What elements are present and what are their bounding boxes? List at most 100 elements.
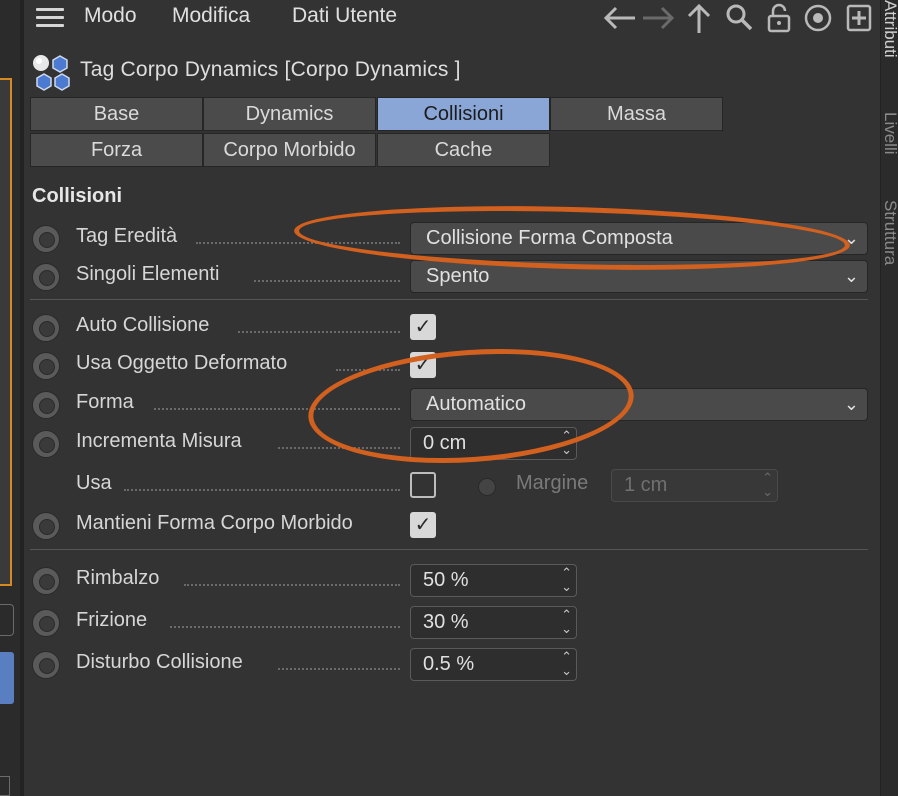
viewport-edge <box>0 78 12 586</box>
chevron-down-icon: ⌄ <box>843 394 859 414</box>
add-panel-icon[interactable] <box>844 2 874 34</box>
field-row-incrementa-misura: Incrementa Misura 0 cm ⌃ ⌄ <box>24 425 880 461</box>
dotted-leader <box>184 584 400 586</box>
rimbalzo-input[interactable]: 50 % ⌃ ⌄ <box>410 564 577 597</box>
stepper-icon[interactable]: ⌃ ⌄ <box>762 471 773 499</box>
field-label: Forma <box>76 391 134 413</box>
field-label: Auto Collisione <box>76 314 210 336</box>
dropdown-value: Automatico <box>426 393 527 415</box>
mantieni-forma-checkbox[interactable]: ✓ <box>410 512 436 538</box>
search-icon[interactable] <box>724 2 754 34</box>
tab-base[interactable]: Base <box>30 97 203 131</box>
input-value: 30 % <box>423 611 469 633</box>
field-row-frizione: Frizione 30 % ⌃ ⌄ <box>24 604 880 640</box>
stepper-icon[interactable]: ⌃ ⌄ <box>561 608 572 636</box>
frizione-input[interactable]: 30 % ⌃ ⌄ <box>410 606 577 639</box>
field-row-disturbo-collisione: Disturbo Collisione 0.5 % ⌃ ⌄ <box>24 646 880 682</box>
dotted-leader <box>196 242 400 244</box>
animate-radio[interactable] <box>32 512 60 540</box>
field-label: Tag Eredità <box>76 225 178 247</box>
disturbo-collisione-input[interactable]: 0.5 % ⌃ ⌄ <box>410 648 577 681</box>
field-label: Singoli Elementi <box>76 263 220 285</box>
animate-radio[interactable] <box>32 651 60 679</box>
side-tab-livelli[interactable]: Livelli <box>881 112 898 182</box>
field-label: Incrementa Misura <box>76 430 242 452</box>
margine-input[interactable]: 1 cm ⌃ ⌄ <box>611 469 778 502</box>
dotted-leader <box>238 331 400 333</box>
tab-massa[interactable]: Massa <box>550 97 723 131</box>
partial-blue-control <box>0 652 14 704</box>
animate-radio[interactable] <box>32 391 60 419</box>
field-label: Rimbalzo <box>76 567 160 589</box>
animate-radio[interactable] <box>32 263 60 291</box>
dotted-leader <box>278 668 400 670</box>
input-value: 1 cm <box>624 474 668 496</box>
tag-ereditata-dropdown[interactable]: Collisione Forma Composta ⌄ <box>410 222 868 255</box>
tab-forza[interactable]: Forza <box>30 133 203 167</box>
adjacent-panel-edge <box>0 0 20 796</box>
field-row-mantieni-forma: Mantieni Forma Corpo Morbido ✓ <box>24 507 880 543</box>
dotted-leader <box>154 408 400 410</box>
animate-radio[interactable] <box>32 567 60 595</box>
menu-dati-utente[interactable]: Dati Utente <box>292 4 397 28</box>
usa-oggetto-deformato-checkbox[interactable]: ✓ <box>410 352 436 378</box>
tab-bar: Base Dynamics Collisioni Massa Forza Cor… <box>30 97 726 169</box>
tab-collisioni[interactable]: Collisioni <box>377 97 550 131</box>
field-label: Usa <box>76 472 112 494</box>
field-row-usa-oggetto-deformato: Usa Oggetto Deformato ✓ <box>24 347 880 383</box>
menu-modifica[interactable]: Modifica <box>172 4 250 28</box>
animate-radio[interactable] <box>32 609 60 637</box>
field-row-tag-ereditata: Tag Eredità Collisione Forma Composta ⌄ <box>24 220 880 256</box>
dotted-leader <box>278 447 400 449</box>
section-title: Collisioni <box>32 185 122 207</box>
singoli-elementi-dropdown[interactable]: Spento ⌄ <box>410 260 868 293</box>
animate-radio[interactable] <box>32 430 60 458</box>
animate-radio[interactable] <box>32 225 60 253</box>
input-value: 0 cm <box>423 432 467 454</box>
auto-collisione-checkbox[interactable]: ✓ <box>410 314 436 340</box>
tab-cache[interactable]: Cache <box>377 133 550 167</box>
side-tab-strip: Attributi Livelli Struttura <box>880 0 898 796</box>
page-title: Tag Corpo Dynamics [Corpo Dynamics ] <box>80 58 461 81</box>
dotted-leader <box>124 489 400 491</box>
incrementa-misura-input[interactable]: 0 cm ⌃ ⌄ <box>410 427 577 460</box>
arrow-right-icon[interactable] <box>640 2 676 34</box>
stepper-icon[interactable]: ⌃ ⌄ <box>561 650 572 678</box>
margine-radio[interactable] <box>478 478 496 496</box>
lock-icon[interactable] <box>764 2 794 34</box>
field-label: Mantieni Forma Corpo Morbido <box>76 512 353 534</box>
target-icon[interactable] <box>802 2 834 34</box>
animate-radio[interactable] <box>32 352 60 380</box>
object-header: Tag Corpo Dynamics [Corpo Dynamics ] <box>28 50 868 92</box>
margine-label: Margine <box>516 472 589 494</box>
hamburger-menu-icon[interactable] <box>36 8 64 28</box>
dropdown-value: Spento <box>426 265 490 287</box>
arrow-up-icon[interactable] <box>684 2 714 34</box>
tab-dynamics[interactable]: Dynamics <box>203 97 376 131</box>
dotted-leader <box>336 369 400 371</box>
partial-control <box>0 776 10 796</box>
stepper-icon[interactable]: ⌃ ⌄ <box>561 429 572 457</box>
chevron-down-icon: ⌄ <box>843 266 859 286</box>
side-tab-attributi[interactable]: Attributi <box>881 0 898 92</box>
tab-corpo-morbido[interactable]: Corpo Morbido <box>203 133 376 167</box>
side-tab-struttura[interactable]: Struttura <box>881 200 898 290</box>
menu-modo[interactable]: Modo <box>84 4 137 28</box>
field-label: Usa Oggetto Deformato <box>76 352 288 374</box>
field-row-rimbalzo: Rimbalzo 50 % ⌃ ⌄ <box>24 562 880 598</box>
stepper-icon[interactable]: ⌃ ⌄ <box>561 566 572 594</box>
usa-checkbox[interactable] <box>410 472 436 498</box>
field-label: Disturbo Collisione <box>76 651 243 673</box>
divider <box>30 549 868 550</box>
forma-dropdown[interactable]: Automatico ⌄ <box>410 388 868 421</box>
dotted-leader <box>254 280 400 282</box>
dynamics-tag-icon <box>30 52 76 92</box>
field-row-forma: Forma Automatico ⌄ <box>24 386 880 422</box>
field-label: Frizione <box>76 609 148 631</box>
field-row-usa: Usa Margine 1 cm ⌃ ⌄ <box>24 467 880 503</box>
field-row-singoli-elementi: Singoli Elementi Spento ⌄ <box>24 258 880 294</box>
divider <box>30 299 868 300</box>
arrow-left-icon[interactable] <box>602 2 638 34</box>
animate-radio[interactable] <box>32 314 60 342</box>
input-value: 50 % <box>423 569 469 591</box>
